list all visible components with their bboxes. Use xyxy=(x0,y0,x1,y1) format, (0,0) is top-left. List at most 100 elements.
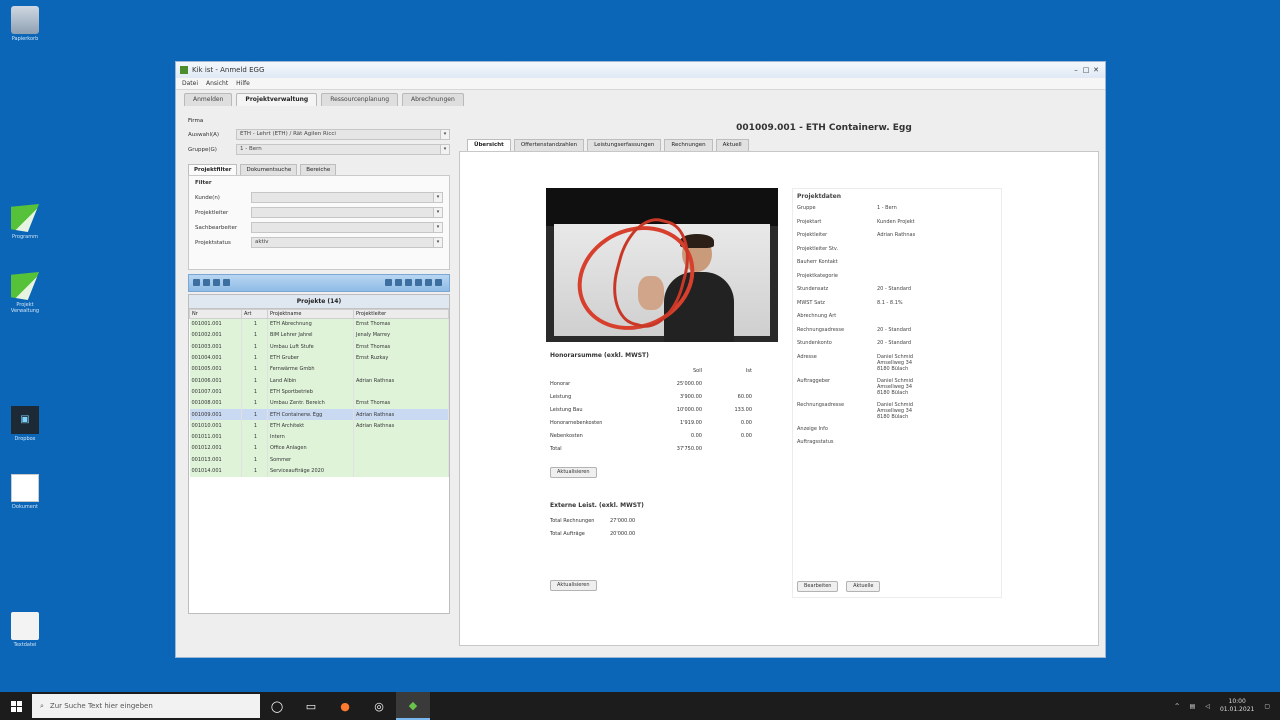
app-taskbar-icon[interactable]: ◆ xyxy=(396,692,430,720)
notification-icon[interactable]: ▢ xyxy=(1264,703,1270,710)
tab-projektfilter[interactable]: Projektfilter xyxy=(188,164,238,175)
edit-button[interactable]: Bearbeiten xyxy=(797,581,839,592)
table-cell xyxy=(353,431,449,443)
volume-icon[interactable]: ◁ xyxy=(1205,703,1210,710)
table-row[interactable]: 001010.001 1 ETH Architekt Adrian Rathnas xyxy=(189,420,449,432)
task-view-icon[interactable]: ◯ xyxy=(260,692,294,720)
extern-refresh-button[interactable]: Aktualisieren xyxy=(550,580,597,591)
menu-item-datei[interactable]: Datei xyxy=(182,80,198,87)
desktop-icon-textfile[interactable]: Textdatei xyxy=(5,612,45,648)
col-projektleiter[interactable]: Projektleiter xyxy=(353,309,449,319)
menu-item-ansicht[interactable]: Ansicht xyxy=(206,80,228,87)
chevron-up-icon[interactable]: ^ xyxy=(1175,703,1180,710)
file-explorer-icon[interactable]: ▭ xyxy=(294,692,328,720)
table-row[interactable]: 001001.001 1 ETH Abrechnung Ernst Thomas xyxy=(189,318,449,330)
detail-key: Rechnungsadresse xyxy=(797,401,845,408)
detail-key: Bauherr Kontakt xyxy=(797,259,838,265)
tab-offerten[interactable]: Offertenstandzahlen xyxy=(513,139,585,151)
edit-icon[interactable] xyxy=(193,278,200,286)
project-details: Projektdaten Gruppe 1 - Bern Projektart Kun… xyxy=(792,188,1002,598)
kunde-combo[interactable]: ▾ xyxy=(251,192,443,203)
chevron-down-icon[interactable]: ▾ xyxy=(440,130,449,139)
extern-row: Total Rechnungen 27'000.00 xyxy=(550,514,643,527)
app-logo-icon xyxy=(11,204,39,232)
add-icon[interactable] xyxy=(435,278,442,286)
maximize-icon[interactable]: □ xyxy=(1081,66,1091,74)
current-button[interactable]: Aktuelle xyxy=(846,581,881,592)
desktop-icon-app2[interactable]: Projekt Verwaltung xyxy=(5,272,45,314)
print-icon[interactable] xyxy=(385,278,392,286)
chevron-down-icon[interactable]: ▾ xyxy=(433,193,442,202)
tab-bereiche[interactable]: Bereiche xyxy=(300,164,337,175)
table-cell: Ernst Thomas xyxy=(353,341,449,353)
minimize-icon[interactable]: – xyxy=(1071,66,1081,74)
desktop-icon-document[interactable]: Dokument xyxy=(5,474,45,510)
export-icon[interactable] xyxy=(415,278,422,286)
honorar-value xyxy=(710,442,760,455)
projektleiter-combo[interactable]: ▾ xyxy=(251,207,443,218)
info-icon[interactable] xyxy=(223,278,230,286)
clock[interactable]: 10:00 01.01.2021 xyxy=(1220,698,1254,714)
table-row[interactable]: 001003.001 1 Umbau Luft Stufe Ernst Thomas xyxy=(189,341,449,353)
recycle-bin-icon xyxy=(11,6,39,34)
table-cell: 001008.001 xyxy=(189,397,242,409)
detail-value: 20 - Standard xyxy=(877,340,912,346)
tab-dokumentsuche[interactable]: Dokumentsuche xyxy=(240,164,298,175)
file-icon xyxy=(11,612,39,640)
desktop-icon-app1[interactable]: Programm xyxy=(5,204,45,240)
table-row[interactable]: 001012.001 1 Office Anlagen xyxy=(189,442,449,455)
start-button[interactable] xyxy=(0,692,32,720)
detail-key: Stundenkonto xyxy=(797,340,832,346)
firefox-icon[interactable]: ● xyxy=(328,692,362,720)
document-icon xyxy=(11,474,39,502)
table-row[interactable]: 001006.001 1 Land Albin Adrian Rathnas xyxy=(189,374,449,387)
table-row[interactable]: 001005.001 1 Fernwärme Gmbh xyxy=(189,363,449,375)
chevron-down-icon[interactable]: ▾ xyxy=(440,145,449,154)
chevron-down-icon[interactable]: ▾ xyxy=(433,223,442,232)
table-row[interactable]: 001004.001 1 ETH Gruber Ernst Ruzkay xyxy=(189,352,449,364)
gear-icon[interactable] xyxy=(213,278,220,286)
network-icon[interactable]: ▤ xyxy=(1190,703,1196,710)
table-row[interactable]: 001014.001 1 Serviceaufträge 2020 xyxy=(189,465,449,477)
col-projektname[interactable]: Projektname xyxy=(267,309,354,319)
detail-row: Adresse Daniel Schmid Amsellweg 34 8180 B… xyxy=(797,354,997,378)
sachbearbeiter-combo[interactable]: ▾ xyxy=(251,222,443,233)
tab-uebersicht[interactable]: Übersicht xyxy=(467,139,511,151)
honorar-refresh-button[interactable]: Aktualisieren xyxy=(550,467,597,478)
browser-icon[interactable]: ◎ xyxy=(362,692,396,720)
delete-icon[interactable] xyxy=(203,278,210,286)
tab-projektverwaltung[interactable]: Projektverwaltung xyxy=(236,93,318,106)
desktop-icon-recycle[interactable]: Papierkorb xyxy=(5,6,45,42)
gruppe-combo[interactable]: 1 - Bern ▾ xyxy=(236,144,450,155)
taskbar-search[interactable]: ⌕ Zur Suche Text hier eingeben xyxy=(32,694,260,718)
desktop-icon-dropbox[interactable]: ▣ Dropbox xyxy=(5,406,45,442)
table-row[interactable]: 001011.001 1 Intern xyxy=(189,431,449,443)
chevron-down-icon[interactable]: ▾ xyxy=(433,238,442,247)
refresh-icon[interactable] xyxy=(395,278,402,286)
table-cell: 1 xyxy=(241,386,268,398)
auswahl-combo[interactable]: ETH - Lehrt (ETH) / Rät Agilen Ricci ▾ xyxy=(236,129,450,140)
projektstatus-combo[interactable]: aktiv ▾ xyxy=(251,237,443,248)
tab-ressourcenplanung[interactable]: Ressourcenplanung xyxy=(321,93,399,106)
table-row[interactable]: 001013.001 1 Sommer xyxy=(189,454,449,466)
col-ist: Ist xyxy=(745,367,752,374)
table-row[interactable]: 001009.001 1 ETH Containerw. Egg Adrian Rat… xyxy=(189,408,449,421)
close-icon[interactable]: ✕ xyxy=(1091,66,1101,74)
detail-key: Auftragsstatus xyxy=(797,439,834,445)
chevron-down-icon[interactable]: ▾ xyxy=(433,208,442,217)
tab-abrechnungen[interactable]: Abrechnungen xyxy=(402,93,464,106)
col-nr[interactable]: Nr xyxy=(189,309,242,319)
table-row[interactable]: 001007.001 1 ETH Sportbetrieb xyxy=(189,386,449,398)
table-row[interactable]: 001002.001 1 BIM Lehrer Jahrel Jenaly Marre… xyxy=(189,329,449,342)
table-cell: 001009.001 xyxy=(189,408,242,421)
col-art[interactable]: Art xyxy=(241,309,268,319)
tab-aktuell[interactable]: Aktuell xyxy=(715,139,749,151)
filter-icon[interactable] xyxy=(425,278,432,286)
table-row[interactable]: 001008.001 1 Umbau Zentr. Bereich Ernst Tho… xyxy=(189,397,449,409)
tab-leistungserfassungen[interactable]: Leistungserfassungen xyxy=(587,139,662,151)
tab-anmelden[interactable]: Anmelden xyxy=(184,93,233,106)
menu-item-hilfe[interactable]: Hilfe xyxy=(236,80,250,87)
copy-icon[interactable] xyxy=(405,278,412,286)
tab-rechnungen[interactable]: Rechnungen xyxy=(664,139,713,151)
table-cell: 1 xyxy=(241,329,268,342)
